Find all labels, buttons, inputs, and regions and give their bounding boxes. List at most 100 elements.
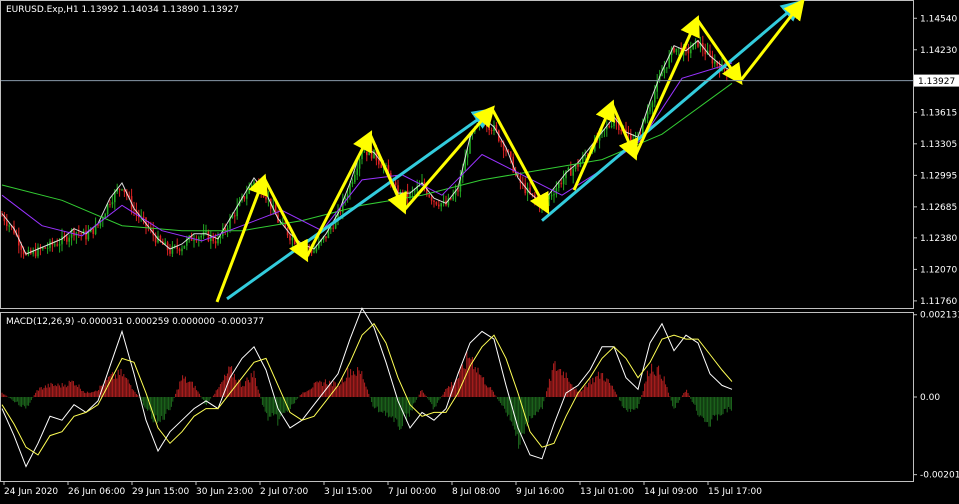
candle-body [332,227,334,229]
candle-body [234,215,236,217]
candlestick-series [1,35,733,259]
time-axis: 24 Jun 2020 26 Jun 06:00 29 Jun 15:00 30 Ju… [3,481,762,497]
candle-body [550,195,553,197]
candle-body [205,231,207,233]
candle-body [243,196,246,199]
candle-body [555,188,558,195]
wave-arrow [262,177,309,263]
wave-arrow [304,130,373,259]
trend-arrows-cyan [226,0,803,301]
wave-arrow [368,133,407,215]
candle-body [510,151,512,157]
candle-body [313,251,315,253]
candle-body [608,126,610,128]
macd-tick-label: -0.002011 [920,471,959,481]
candle-body [562,178,565,185]
candle-body [66,236,68,242]
candle-body [363,151,366,153]
main-header: EURUSD.Exp,H1 1.13992 1.14034 1.13890 1.… [6,5,239,15]
candle-body [54,244,56,246]
candle-body [663,68,666,74]
candle-body [303,246,306,248]
candle-body [253,181,255,185]
candle-body [428,194,430,197]
candle-body [490,130,493,132]
wave-arrows-yellow [215,0,805,303]
candle-body [548,195,550,200]
candle-body [505,150,507,152]
candle-body [666,67,668,69]
candle-body [87,232,90,240]
candle-body [711,55,714,64]
candle-body [572,169,574,176]
candle-body [351,182,354,185]
candle-body [435,201,438,205]
candle-body [440,203,442,207]
candle-body [207,231,210,242]
candle-body [565,170,567,179]
wave-arrow [490,108,550,215]
candle-body [1,215,3,217]
candle-body [61,236,63,245]
candle-body [44,247,46,249]
candle-body [171,245,174,254]
price-tick-label: 1.12070 [920,265,957,275]
candle-body [250,184,253,187]
candle-body [325,236,327,239]
candle-body [265,197,267,200]
candle-body [553,194,555,196]
candle-body [109,204,111,206]
candle-body [714,61,716,64]
macd-tick-label: 0.00 [920,393,940,403]
price-tick-label: 1.12380 [920,234,957,244]
candle-body [654,91,656,103]
candle-body [546,199,548,201]
time-tick-label: 13 Jul 01:00 [580,487,634,497]
candle-body [613,120,615,127]
candle-body [262,194,265,198]
candle-body [34,250,37,257]
candle-body [289,235,291,241]
candle-body [457,190,459,192]
time-tick-label: 26 Jun 06:00 [68,487,125,497]
wave-arrow [215,173,268,303]
chart-canvas[interactable]: 1.14540 1.14230 1.13615 1.13305 1.12995 1.126… [0,0,959,500]
candle-body [438,204,440,207]
main-price-axis: 1.14540 1.14230 1.13615 1.13305 1.12995 1.126… [913,14,957,307]
candle-body [121,189,123,191]
time-tick-label: 2 Jul 07:00 [260,487,309,497]
candle-body [577,164,579,167]
candle-body [46,247,49,249]
candle-body [181,248,183,252]
candle-body [414,190,416,192]
candle-body [330,227,332,230]
wave-arrow [738,0,805,83]
macd-header: MACD(12,26,9) -0.000031 0.000259 0.00000… [6,317,264,327]
candle-body [6,221,8,226]
candle-body [394,182,397,186]
candle-body [80,233,82,235]
candle-body [433,200,435,202]
candle-body [406,190,409,198]
candle-body [56,244,58,246]
time-tick-label: 24 Jun 2020 [4,487,58,497]
candle-body [673,48,675,53]
candle-body [488,126,490,131]
macd-axis: 0.002131 0.00 -0.002011 [913,311,959,481]
candle-body [183,245,186,249]
trend-arrow [541,0,803,222]
ma-line-white [1,39,733,255]
candle-body [610,126,613,128]
candle-body [214,241,217,244]
time-tick-label: 14 Jul 09:00 [644,487,698,497]
price-tick-label: 1.12995 [920,171,957,181]
time-tick-label: 30 Jun 23:00 [196,487,253,497]
price-tick-label: 1.14540 [920,14,957,24]
time-tick-label: 3 Jul 15:00 [324,487,373,497]
candle-body [282,222,284,224]
candle-body [193,239,195,241]
trading-chart[interactable]: 1.14540 1.14230 1.13615 1.13305 1.12995 1.126… [0,0,959,500]
candle-body [58,244,61,246]
candle-body [500,141,502,143]
wave-arrow [610,103,639,161]
